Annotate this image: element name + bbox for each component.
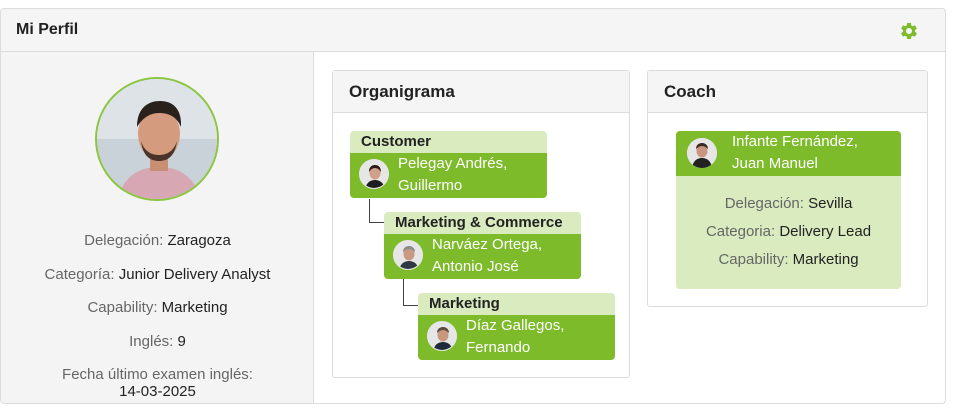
org-person: Pelegay Andrés, Guillermo xyxy=(350,153,547,198)
delegacion-value: Zaragoza xyxy=(167,232,231,249)
coach-title: Coach xyxy=(664,82,716,101)
organigrama-header: Organigrama xyxy=(333,71,629,113)
org-group-label: Marketing xyxy=(418,293,615,315)
exam-date-value: 14-03-2025 xyxy=(119,383,196,400)
org-person-name: Díaz Gallegos, xyxy=(466,317,565,334)
coach-name: Infante Fernández, xyxy=(732,133,858,150)
capability-value: Marketing xyxy=(161,299,228,316)
coach-capability: Capability: Marketing xyxy=(676,251,901,268)
info-exam-date: Fecha último examen inglés: 14-03-2025 xyxy=(1,366,314,400)
org-node-marketing-commerce[interactable]: Marketing & Commerce Narváez Ortega, Ant… xyxy=(384,212,581,279)
capability-label: Capability: xyxy=(87,299,158,316)
categoria-value: Junior Delivery Analyst xyxy=(118,266,271,283)
info-capability: Capability: Marketing xyxy=(1,299,314,316)
org-person-name-2: Fernando xyxy=(466,339,531,356)
info-delegacion: Delegación: Zaragoza xyxy=(1,232,314,249)
panel-title: Mi Perfil xyxy=(16,21,79,38)
org-person: Narváez Ortega, Antonio José xyxy=(384,234,581,279)
coach-capability-label: Capability: xyxy=(718,251,789,268)
coach-person: Infante Fernández, Juan Manuel xyxy=(676,131,901,176)
org-person-name-2: Guillermo xyxy=(398,177,463,194)
avatar xyxy=(359,159,389,189)
panel-header: Mi Perfil xyxy=(1,9,945,52)
ingles-label: Inglés: xyxy=(129,333,174,350)
info-ingles: Inglés: 9 xyxy=(1,333,314,350)
avatar xyxy=(393,240,423,270)
coach-delegacion-value: Sevilla xyxy=(808,195,853,212)
org-person-name-2: Antonio José xyxy=(432,258,519,275)
org-person-name: Narváez Ortega, xyxy=(432,236,543,253)
ingles-value: 9 xyxy=(177,333,186,350)
coach-delegacion: Delegación: Sevilla xyxy=(676,195,901,212)
org-node-customer[interactable]: Customer Pelegay Andrés, Guillermo xyxy=(350,131,547,198)
coach-person-card[interactable]: Infante Fernández, Juan Manuel Delegació… xyxy=(676,131,901,289)
org-node-marketing[interactable]: Marketing Díaz Gallegos, Fernando xyxy=(418,293,615,360)
org-person-name: Pelegay Andrés, xyxy=(398,155,508,172)
delegacion-label: Delegación: xyxy=(84,232,164,249)
organigrama-title: Organigrama xyxy=(349,82,455,101)
coach-capability-value: Marketing xyxy=(792,251,859,268)
coach-delegacion-label: Delegación: xyxy=(724,195,804,212)
avatar xyxy=(427,321,457,351)
categoria-label: Categoría: xyxy=(44,266,115,283)
exam-date-label: Fecha último examen inglés: xyxy=(62,366,253,383)
info-categoria: Categoría: Junior Delivery Analyst xyxy=(1,266,314,283)
avatar xyxy=(687,138,717,168)
org-connector-1 xyxy=(369,199,384,223)
avatar xyxy=(95,77,219,201)
organigrama-card: Organigrama Customer Pelegay Andrés, Gui… xyxy=(332,70,630,378)
coach-categoria-label: Categoria: xyxy=(705,223,776,240)
profile-panel: Mi Perfil Delegación: Zaragoza Categoría… xyxy=(0,8,946,404)
org-group-label: Marketing & Commerce xyxy=(384,212,581,234)
coach-card: Coach Infante Fernández, Juan Manuel Del… xyxy=(647,70,928,307)
coach-categoria-value: Delivery Lead xyxy=(779,223,872,240)
profile-sidebar: Delegación: Zaragoza Categoría: Junior D… xyxy=(1,52,314,403)
gear-icon[interactable] xyxy=(899,21,919,41)
coach-header: Coach xyxy=(648,71,927,113)
coach-categoria: Categoria: Delivery Lead xyxy=(676,223,901,240)
org-connector-2 xyxy=(403,279,418,306)
org-group-label: Customer xyxy=(350,131,547,153)
org-person: Díaz Gallegos, Fernando xyxy=(418,315,615,360)
coach-name-2: Juan Manuel xyxy=(732,155,818,172)
